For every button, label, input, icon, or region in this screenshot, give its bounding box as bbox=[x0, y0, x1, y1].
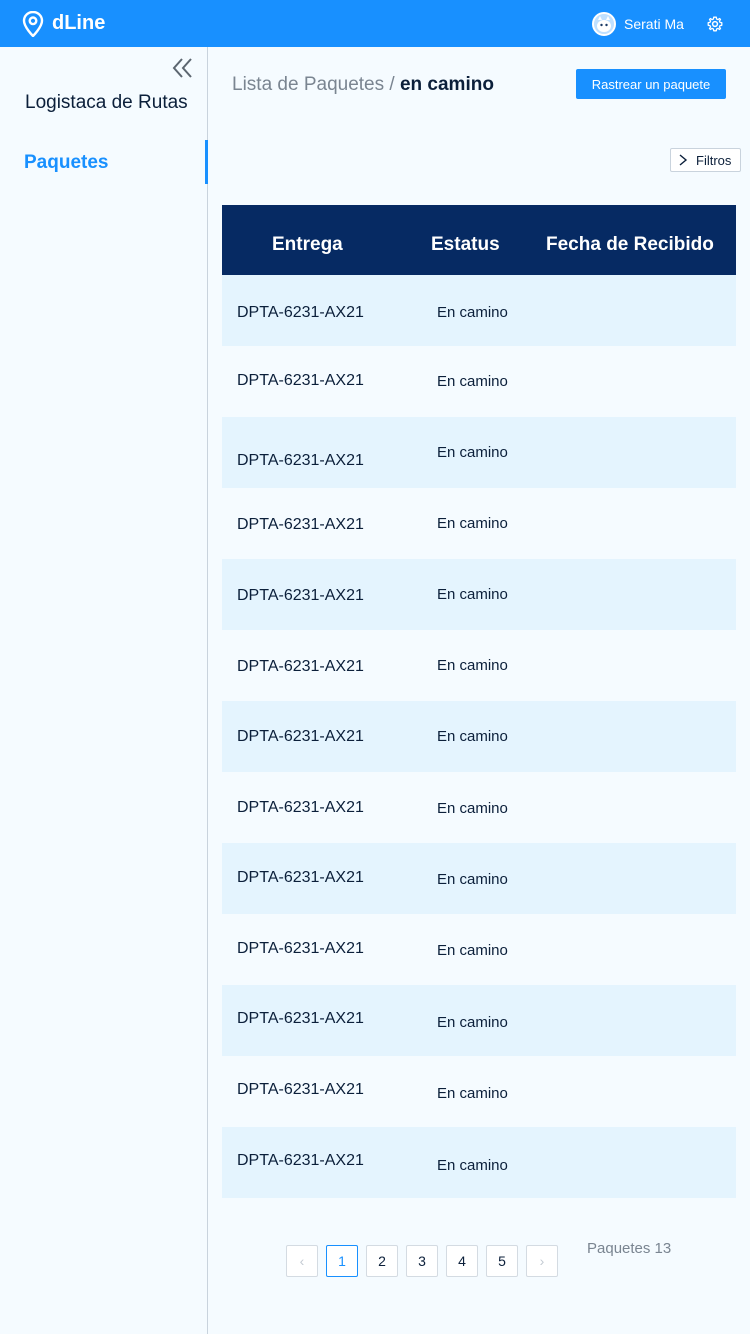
sidebar bbox=[0, 47, 208, 1334]
page-1-button[interactable]: 1 bbox=[326, 1245, 358, 1277]
cell-estatus: En camino bbox=[437, 800, 508, 817]
filters-button[interactable]: Filtros bbox=[670, 148, 741, 172]
table-row[interactable]: DPTA-6231-AX21 En camino bbox=[222, 701, 736, 772]
cell-entrega: DPTA-6231-AX21 bbox=[237, 516, 364, 533]
prev-page-button[interactable]: ‹ bbox=[286, 1245, 318, 1277]
breadcrumb-parent[interactable]: Lista de Paquetes bbox=[232, 74, 384, 95]
cell-entrega: DPTA-6231-AX21 bbox=[237, 452, 364, 469]
table-row[interactable]: DPTA-6231-AX21 En camino bbox=[222, 772, 736, 843]
sidebar-active-indicator bbox=[205, 140, 208, 184]
cell-estatus: En camino bbox=[437, 586, 508, 603]
cell-estatus: En camino bbox=[437, 942, 508, 959]
table-row[interactable]: DPTA-6231-AX21 En camino bbox=[222, 275, 736, 346]
table-row[interactable]: DPTA-6231-AX21 En camino bbox=[222, 630, 736, 701]
cell-estatus: En camino bbox=[437, 728, 508, 745]
cell-entrega: DPTA-6231-AX21 bbox=[237, 1152, 364, 1169]
next-page-button[interactable]: › bbox=[526, 1245, 558, 1277]
page-5-button[interactable]: 5 bbox=[486, 1245, 518, 1277]
page-3-button[interactable]: 3 bbox=[406, 1245, 438, 1277]
double-chevron-left-icon[interactable] bbox=[170, 57, 196, 79]
cell-entrega: DPTA-6231-AX21 bbox=[237, 728, 364, 745]
table-row[interactable]: DPTA-6231-AX21 En camino bbox=[222, 1127, 736, 1198]
cell-entrega: DPTA-6231-AX21 bbox=[237, 1010, 364, 1027]
top-bar: dLine Serati Ma bbox=[0, 0, 750, 47]
table-row[interactable]: DPTA-6231-AX21 En camino bbox=[222, 346, 736, 417]
breadcrumb-current: en camino bbox=[399, 74, 494, 95]
table-row[interactable]: DPTA-6231-AX21 En camino bbox=[222, 559, 736, 630]
cell-estatus: En camino bbox=[437, 1014, 508, 1031]
total-packages: Paquetes 13 bbox=[587, 1240, 672, 1257]
cell-entrega: DPTA-6231-AX21 bbox=[237, 1081, 364, 1098]
sidebar-title[interactable]: Logistaca de Rutas bbox=[25, 91, 188, 115]
cell-entrega: DPTA-6231-AX21 bbox=[237, 658, 364, 675]
breadcrumb: Lista de Paquetes / en camino bbox=[232, 73, 494, 97]
column-header-entrega[interactable]: Entrega bbox=[272, 233, 343, 257]
cell-estatus: En camino bbox=[437, 373, 508, 390]
sidebar-item-paquetes[interactable]: Paquetes bbox=[24, 151, 108, 175]
table-row[interactable]: DPTA-6231-AX21 En camino bbox=[222, 417, 736, 488]
avatar[interactable] bbox=[592, 12, 616, 36]
cell-entrega: DPTA-6231-AX21 bbox=[237, 799, 364, 816]
pagination: ‹ 1 2 3 4 5 › bbox=[286, 1245, 566, 1277]
gear-icon[interactable] bbox=[707, 16, 723, 32]
cell-estatus: En camino bbox=[437, 444, 508, 461]
cell-estatus: En camino bbox=[437, 1157, 508, 1174]
cell-entrega: DPTA-6231-AX21 bbox=[237, 587, 364, 604]
page-2-button[interactable]: 2 bbox=[366, 1245, 398, 1277]
chevron-right-icon bbox=[679, 154, 688, 166]
breadcrumb-separator: / bbox=[389, 74, 395, 95]
column-header-estatus[interactable]: Estatus bbox=[431, 233, 500, 257]
cell-estatus: En camino bbox=[437, 304, 508, 321]
cell-entrega: DPTA-6231-AX21 bbox=[237, 940, 364, 957]
track-package-button[interactable]: Rastrear un paquete bbox=[576, 69, 726, 99]
cell-estatus: En camino bbox=[437, 871, 508, 888]
column-header-fecha[interactable]: Fecha de Recibido bbox=[546, 233, 714, 257]
cell-estatus: En camino bbox=[437, 1085, 508, 1102]
filters-label: Filtros bbox=[696, 152, 732, 168]
brand-name[interactable]: dLine bbox=[52, 11, 105, 35]
cell-entrega: DPTA-6231-AX21 bbox=[237, 372, 364, 389]
cell-estatus: En camino bbox=[437, 515, 508, 532]
avatar-icon bbox=[594, 14, 614, 34]
location-pin-icon bbox=[22, 11, 44, 37]
cell-entrega: DPTA-6231-AX21 bbox=[237, 869, 364, 886]
cell-entrega: DPTA-6231-AX21 bbox=[237, 304, 364, 321]
table-row[interactable]: DPTA-6231-AX21 En camino bbox=[222, 1056, 736, 1127]
table-row[interactable]: DPTA-6231-AX21 En camino bbox=[222, 843, 736, 914]
table-row[interactable]: DPTA-6231-AX21 En camino bbox=[222, 985, 736, 1056]
user-name[interactable]: Serati Ma bbox=[624, 15, 684, 33]
table-row[interactable]: DPTA-6231-AX21 En camino bbox=[222, 914, 736, 985]
table-row[interactable]: DPTA-6231-AX21 En camino bbox=[222, 488, 736, 559]
cell-estatus: En camino bbox=[437, 657, 508, 674]
table-header: Entrega Estatus Fecha de Recibido bbox=[222, 205, 736, 275]
packages-table: Entrega Estatus Fecha de Recibido DPTA-6… bbox=[222, 205, 736, 1198]
page-4-button[interactable]: 4 bbox=[446, 1245, 478, 1277]
